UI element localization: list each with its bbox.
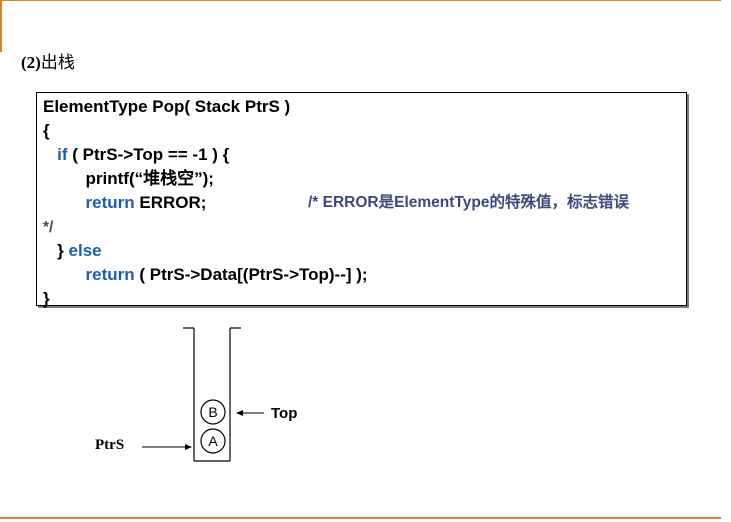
top-pointer-label: Top bbox=[271, 405, 298, 422]
node-a-label: A bbox=[208, 433, 218, 449]
ptrs-arrow-head bbox=[185, 444, 192, 450]
ptrs-pointer-label: PtrS bbox=[95, 437, 125, 453]
top-arrow-head bbox=[236, 410, 243, 416]
bottom-divider-line bbox=[0, 517, 721, 519]
node-b-label: B bbox=[208, 404, 218, 420]
